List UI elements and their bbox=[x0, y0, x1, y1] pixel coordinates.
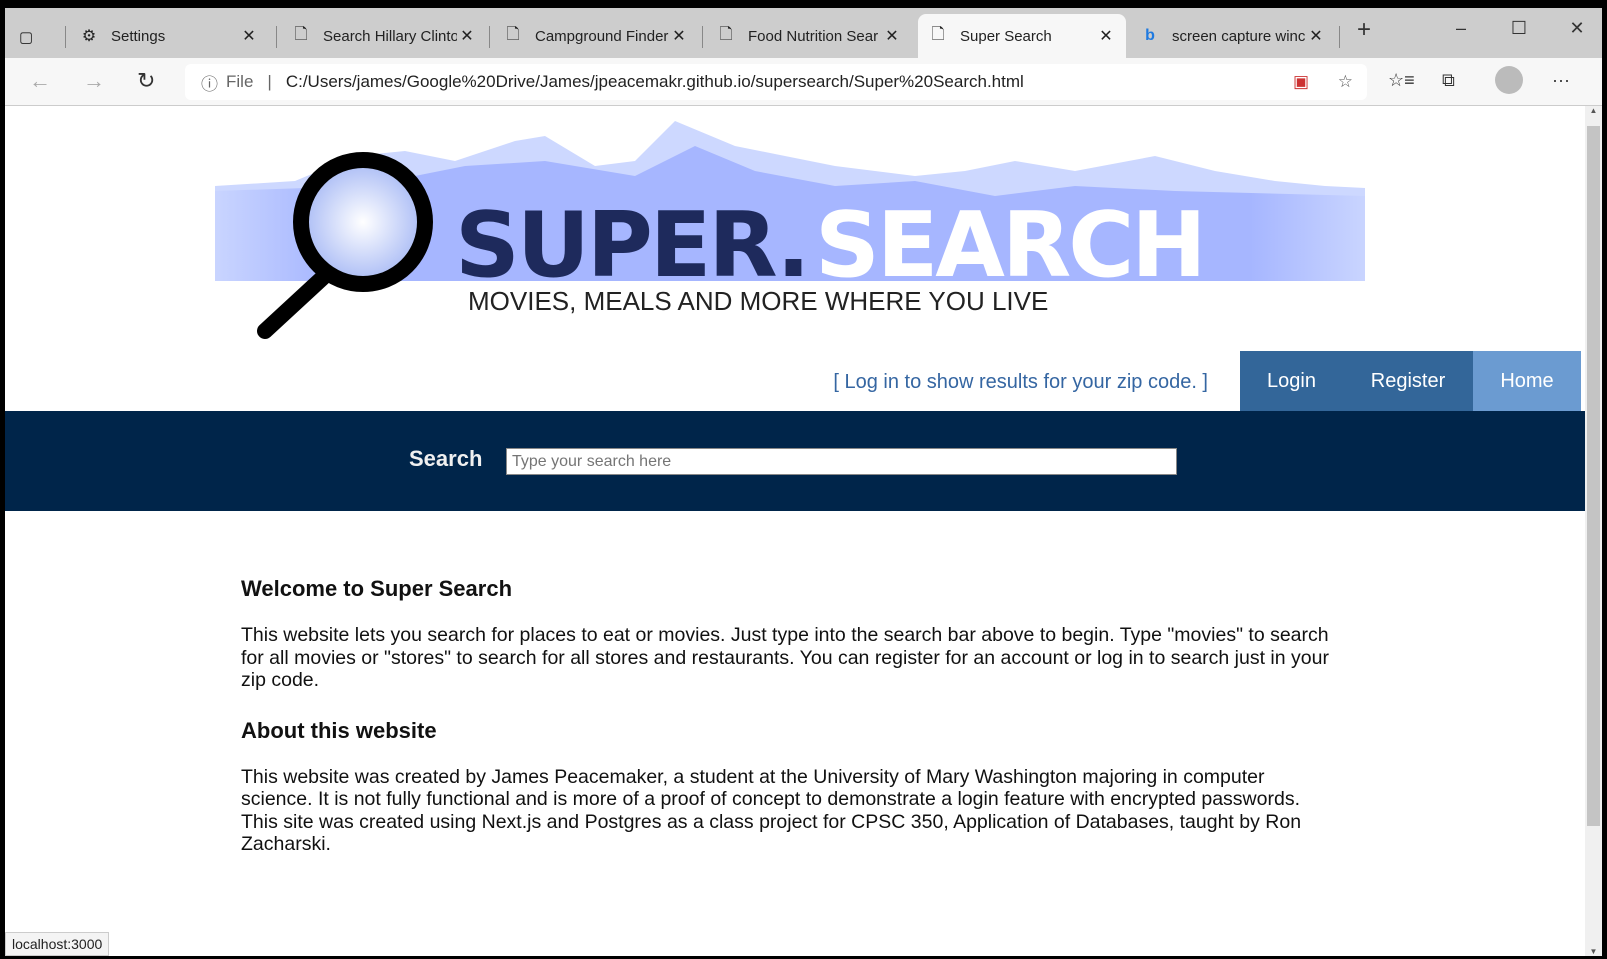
favorites-icon[interactable]: ☆≡ bbox=[1388, 70, 1415, 91]
home-button[interactable]: Home bbox=[1473, 351, 1581, 411]
minimize-button[interactable]: – bbox=[1441, 18, 1481, 39]
tab-food-nutrition[interactable]: 🗋 Food Nutrition Sear ✕ bbox=[706, 14, 912, 58]
tab-super-search[interactable]: 🗋 Super Search ✕ bbox=[918, 14, 1126, 58]
close-tab-icon[interactable]: ✕ bbox=[882, 26, 902, 46]
close-tab-icon[interactable]: ✕ bbox=[457, 26, 477, 46]
more-menu-icon[interactable]: ··· bbox=[1552, 70, 1570, 91]
url-text[interactable]: C:/Users/james/Google%20Drive/James/jpea… bbox=[286, 72, 1024, 92]
search-label: Search bbox=[409, 446, 483, 471]
page-content: SUPER. SEARCH MOVIES, MEALS AND MORE WHE… bbox=[5, 106, 1585, 956]
search-input[interactable] bbox=[506, 448, 1177, 475]
scrollbar-thumb[interactable] bbox=[1587, 126, 1600, 826]
file-label: File bbox=[226, 72, 254, 91]
about-heading: About this website bbox=[241, 717, 437, 743]
welcome-text: This website lets you search for places … bbox=[241, 624, 1329, 691]
page-icon: 🗋 bbox=[719, 25, 733, 43]
gear-icon: ⚙ bbox=[81, 28, 97, 45]
tab-bar: ▢ ⚙ Settings ✕ 🗋 Search Hillary Clinto ✕ 🗋 Ca… bbox=[5, 8, 1602, 58]
close-tab-icon[interactable]: ✕ bbox=[1306, 26, 1326, 46]
sidebar-toggle-icon[interactable]: ▢ bbox=[19, 22, 33, 52]
info-icon: ⓘ bbox=[201, 74, 218, 94]
close-window-button[interactable]: ✕ bbox=[1557, 18, 1597, 39]
tab-campground-finder[interactable]: 🗋 Campground Finder ✕ bbox=[493, 14, 699, 58]
bing-icon: b bbox=[1145, 27, 1155, 44]
maximize-button[interactable]: ☐ bbox=[1499, 18, 1539, 39]
tab-screen-capture[interactable]: b screen capture winc ✕ bbox=[1130, 14, 1336, 58]
tab-search-hillary[interactable]: 🗋 Search Hillary Clinto ✕ bbox=[281, 14, 487, 58]
browser-window: ▢ ⚙ Settings ✕ 🗋 Search Hillary Clinto ✕ 🗋 Ca… bbox=[5, 8, 1602, 956]
page-icon: 🗋 bbox=[506, 25, 520, 43]
register-button[interactable]: Register bbox=[1343, 351, 1473, 411]
new-tab-button[interactable]: + bbox=[1344, 16, 1384, 44]
back-button[interactable]: ← bbox=[29, 68, 51, 94]
address-toolbar: ← → ↻ ⓘ File | C:/Users/james/Google%20D… bbox=[5, 58, 1602, 106]
close-tab-icon[interactable]: ✕ bbox=[1096, 26, 1116, 46]
welcome-heading: Welcome to Super Search bbox=[241, 576, 513, 601]
address-bar[interactable]: ⓘ File | C:/Users/james/Google%20Drive/J… bbox=[185, 64, 1367, 100]
page-icon: 🗋 bbox=[294, 25, 308, 43]
logo-tagline: MOVIES, MEALS AND MORE WHERE YOU LIVE bbox=[468, 286, 1049, 316]
login-button[interactable]: Login bbox=[1240, 351, 1343, 411]
about-text: This website was created by James Peacem… bbox=[241, 765, 1302, 856]
refresh-button[interactable]: ↻ bbox=[137, 68, 155, 94]
forward-button[interactable]: → bbox=[83, 68, 105, 94]
tracking-blocked-icon[interactable]: ▣ bbox=[1293, 72, 1309, 92]
page-icon: 🗋 bbox=[931, 25, 945, 43]
add-favorite-icon[interactable]: ☆ bbox=[1338, 72, 1353, 92]
profile-avatar[interactable] bbox=[1495, 66, 1523, 94]
svg-text:SUPER.: SUPER. bbox=[455, 193, 808, 298]
tab-settings[interactable]: ⚙ Settings ✕ bbox=[69, 14, 269, 58]
svg-text:SEARCH: SEARCH bbox=[815, 193, 1204, 298]
close-tab-icon[interactable]: ✕ bbox=[239, 26, 259, 46]
close-tab-icon[interactable]: ✕ bbox=[669, 26, 689, 46]
search-band: Search bbox=[5, 411, 1585, 511]
login-prompt-link[interactable]: [ Log in to show results for your zip co… bbox=[833, 371, 1208, 394]
main-article: Welcome to Super Search This website let… bbox=[241, 576, 1341, 882]
collections-icon[interactable]: ⧉ bbox=[1442, 70, 1455, 91]
vertical-scrollbar[interactable]: ▲ ▼ bbox=[1585, 106, 1602, 956]
status-bar-url: localhost:3000 bbox=[5, 932, 110, 956]
